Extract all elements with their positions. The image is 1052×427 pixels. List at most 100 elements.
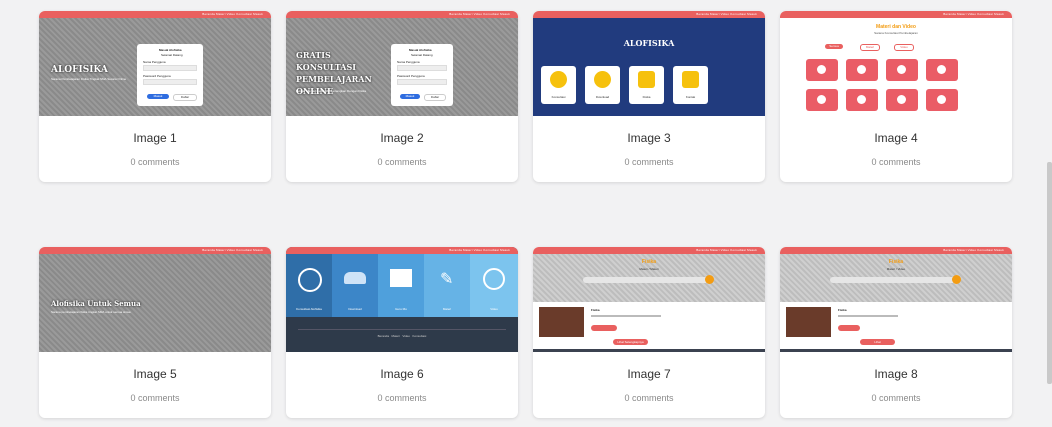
gallery-card-5[interactable]: Beranda Materi Video Konsultasi Masuk Al… xyxy=(39,247,271,418)
login-button[interactable]: Masuk xyxy=(147,94,169,99)
comment-count[interactable]: 0 comments xyxy=(780,157,1012,167)
card-caption[interactable]: Image 4 xyxy=(780,131,1012,145)
thumb-navbar: Beranda Materi Video Konsultasi Masuk xyxy=(533,11,765,18)
content-tile[interactable] xyxy=(806,89,838,111)
filter-pill-materi[interactable]: Materi xyxy=(860,44,880,51)
thumb-navbar: Beranda Materi Video Konsultasi Masuk xyxy=(533,247,765,254)
card-caption[interactable]: Image 1 xyxy=(39,131,271,145)
post-meta xyxy=(838,315,898,317)
password-label: Password Pengguna xyxy=(143,74,171,78)
menu-tile[interactable]: Video xyxy=(470,254,518,317)
gallery-card-2[interactable]: Beranda Materi Video Konsultasi Masuk GR… xyxy=(286,11,518,182)
hero-title: ALOFISIKA xyxy=(51,65,108,75)
thumbnail-3[interactable]: Beranda Materi Video Konsultasi Masuk AL… xyxy=(533,11,765,116)
thumbnail-8[interactable]: Beranda Materi Video Konsultasi Masuk Fi… xyxy=(780,247,1012,352)
content-tile[interactable] xyxy=(926,89,958,111)
gallery-card-3[interactable]: Beranda Materi Video Konsultasi Masuk AL… xyxy=(533,11,765,182)
read-more-button[interactable] xyxy=(591,325,617,331)
comment-count[interactable]: 0 comments xyxy=(39,157,271,167)
tile-label: Download xyxy=(348,307,362,311)
thumbnail-2[interactable]: Beranda Materi Video Konsultasi Masuk GR… xyxy=(286,11,518,116)
hero-title: Alofisika Untuk Semua xyxy=(51,299,141,308)
username-field[interactable] xyxy=(397,65,447,71)
search-icon[interactable] xyxy=(952,275,961,284)
register-button[interactable]: Daftar xyxy=(173,94,197,101)
filter-pill-all[interactable]: Semua xyxy=(825,44,843,49)
footer-strip xyxy=(533,349,765,352)
search-input[interactable] xyxy=(583,277,711,283)
see-more-button[interactable]: Lihat Selengkapnya xyxy=(613,339,648,345)
comment-count[interactable]: 0 comments xyxy=(286,157,518,167)
content-tile[interactable] xyxy=(846,89,878,111)
breadcrumb: Materi / Video xyxy=(886,267,906,271)
comment-count[interactable]: 0 comments xyxy=(533,157,765,167)
feature-tile[interactable]: Download xyxy=(585,66,620,104)
register-button[interactable]: Daftar xyxy=(424,94,446,101)
gallery-card-8[interactable]: Beranda Materi Video Konsultasi Masuk Fi… xyxy=(780,247,1012,418)
tile-label: Kontak xyxy=(685,95,696,99)
feature-tile[interactable]: Konsultasi xyxy=(541,66,576,104)
post-meta xyxy=(591,315,661,317)
search-input[interactable] xyxy=(830,277,958,283)
tile-label: Video xyxy=(490,307,498,311)
thumb-navbar: Beranda Materi Video Konsultasi Masuk xyxy=(780,247,1012,254)
thumb-nav-links: Beranda Materi Video Konsultasi Masuk xyxy=(696,12,757,16)
login-box: Masuk Alofisika Selamat Datang Nama Peng… xyxy=(137,44,203,106)
gallery-card-1[interactable]: Beranda Materi Video Konsultasi Masuk AL… xyxy=(39,11,271,182)
login-button[interactable]: Masuk xyxy=(400,94,420,99)
thumbnail-1[interactable]: Beranda Materi Video Konsultasi Masuk AL… xyxy=(39,11,271,116)
thumbnail-4[interactable]: Beranda Materi Video Konsultasi Masuk Ma… xyxy=(780,11,1012,116)
search-icon[interactable] xyxy=(705,275,714,284)
comment-count[interactable]: 0 comments xyxy=(39,393,271,403)
circle-icon xyxy=(594,71,611,88)
thumb-nav-links: Beranda Materi Video Konsultasi Masuk xyxy=(202,248,263,252)
thumb-navbar: Beranda Materi Video Konsultasi Masuk xyxy=(780,11,1012,18)
menu-tile[interactable]: Guru Mu xyxy=(378,254,424,317)
menu-tile[interactable]: Download xyxy=(332,254,378,317)
card-caption[interactable]: Image 2 xyxy=(286,131,518,145)
username-field[interactable] xyxy=(143,65,197,71)
gallery-card-4[interactable]: Beranda Materi Video Konsultasi Masuk Ma… xyxy=(780,11,1012,182)
thumb-navbar: Beranda Materi Video Konsultasi Masuk xyxy=(39,11,271,18)
thumb-navbar: Beranda Materi Video Konsultasi Masuk xyxy=(286,11,518,18)
username-label: Nama Pengguna xyxy=(397,60,420,64)
see-more-button[interactable]: Lihat xyxy=(860,339,895,345)
comment-count[interactable]: 0 comments xyxy=(286,393,518,403)
feature-tile[interactable]: Fisika xyxy=(629,66,664,104)
watch-button[interactable] xyxy=(838,325,860,331)
content-tile[interactable] xyxy=(886,89,918,111)
hero-subtitle: Belajar Menjadi Lebih Menyenangkan Denga… xyxy=(296,89,367,93)
content-tile[interactable] xyxy=(886,59,918,81)
tile-label: Download xyxy=(595,95,610,99)
username-label: Nama Pengguna xyxy=(143,60,166,64)
chat-icon xyxy=(682,71,699,88)
thumb-nav-links: Beranda Materi Video Konsultasi Masuk xyxy=(449,248,510,252)
menu-tile[interactable]: Konsultasi Alofisika xyxy=(286,254,332,317)
comment-count[interactable]: 0 comments xyxy=(533,393,765,403)
breadcrumb: Materi / Materi xyxy=(639,267,659,271)
password-field[interactable] xyxy=(143,79,197,85)
card-caption[interactable]: Image 7 xyxy=(533,367,765,381)
gallery-card-6[interactable]: Beranda Materi Video Konsultasi Masuk Ko… xyxy=(286,247,518,418)
footer-strip xyxy=(780,349,1012,352)
gallery-card-7[interactable]: Beranda Materi Video Konsultasi Masuk Fi… xyxy=(533,247,765,418)
hero-subtitle: Sarana pembelajaran fisika tingkat SMA u… xyxy=(51,310,131,314)
thumbnail-5[interactable]: Beranda Materi Video Konsultasi Masuk Al… xyxy=(39,247,271,352)
password-field[interactable] xyxy=(397,79,447,85)
feature-tile[interactable]: Kontak xyxy=(673,66,708,104)
card-caption[interactable]: Image 6 xyxy=(286,367,518,381)
thumbnail-7[interactable]: Beranda Materi Video Konsultasi Masuk Fi… xyxy=(533,247,765,352)
card-caption[interactable]: Image 8 xyxy=(780,367,1012,381)
thumb-nav-links: Beranda Materi Video Konsultasi Masuk xyxy=(943,12,1004,16)
card-caption[interactable]: Image 3 xyxy=(533,131,765,145)
content-tile[interactable] xyxy=(846,59,878,81)
content-tile[interactable] xyxy=(926,59,958,81)
thumbnail-6[interactable]: Beranda Materi Video Konsultasi Masuk Ko… xyxy=(286,247,518,352)
filter-pill-video[interactable]: Video xyxy=(894,44,914,51)
group-icon xyxy=(344,272,366,284)
page-scrollbar[interactable] xyxy=(1047,162,1052,384)
card-caption[interactable]: Image 5 xyxy=(39,367,271,381)
comment-count[interactable]: 0 comments xyxy=(780,393,1012,403)
menu-tile[interactable]: ✎ Materi xyxy=(424,254,470,317)
content-tile[interactable] xyxy=(806,59,838,81)
